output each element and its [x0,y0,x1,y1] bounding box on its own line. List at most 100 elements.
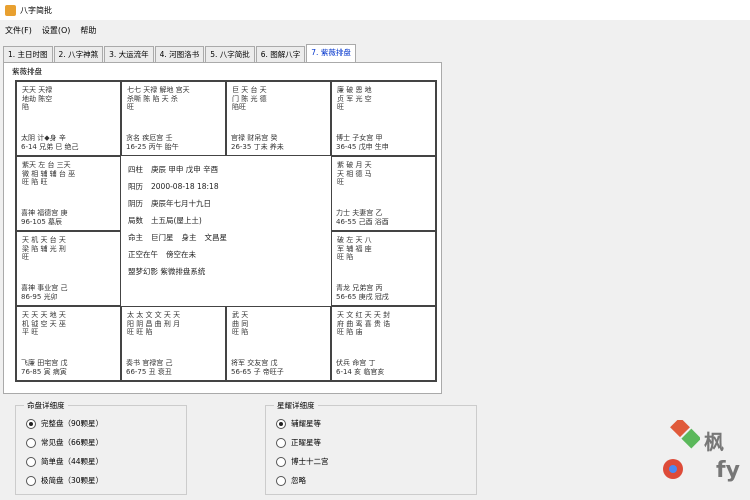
palace-footer-line: 官禄 财帛宫 癸 [231,134,278,142]
palace-cell[interactable]: 天 文 红 天 天 封 府 曲 鸾 喜 贵 诰 旺 陷 庙伏兵 命宫 丁 6-14… [331,306,436,381]
menu-file[interactable]: 文件(F) [0,25,37,36]
radio-label: 极简盘（30颗星） [41,476,104,485]
palace-footer: 伏兵 命宫 丁 6-14 亥 临官亥 [336,359,431,376]
palace-footer-line: 86-95 光卯 [21,292,58,301]
palace-cell[interactable]: 廉 破 恩 地 贞 军 光 空 旺博士 子女宫 甲 36-45 戊申 生申 [331,81,436,156]
panel-label: 紫薇排盘 [10,66,44,77]
palace-footer-line: 96-105 墓辰 [21,217,63,226]
radio-ignore[interactable]: 忽略 [276,471,476,490]
palace-footer-line: 6-14 亥 临官亥 [336,367,385,376]
tab-hetu-luoshu[interactable]: 4. 河图洛书 [154,46,205,62]
palace-footer: 贪名 疾厄宫 壬 16-25 丙午 胎午 [126,134,221,151]
watermark-latin: fy [716,458,740,483]
radio-label: 常见盘（66颗星） [41,438,104,447]
tab-bazi-shensha[interactable]: 2. 八字神煞 [53,46,104,62]
palace-footer-line: 66-75 丑 衰丑 [126,367,172,376]
palace-footer-line: 76-85 寅 病寅 [21,367,67,376]
palace-footer: 喜神 事业宫 己 86-95 光卯 [21,284,116,301]
tab-dayun-liunian[interactable]: 3. 大运流年 [104,46,154,62]
palace-footer-line: 青龙 兄弟宫 丙 [336,284,383,292]
radio-label: 完整盘（90颗星） [41,419,104,428]
chart-detail-label: 命盘详细度 [24,400,68,411]
radio-icon[interactable] [26,437,36,448]
lunar-label: 阴历 [128,199,143,208]
palace-footer-line: 奏书 官禄宫 己 [126,359,173,367]
radio-icon[interactable] [276,456,286,467]
star-detail-group: 星耀详细度 辅耀星等 正曜星等 博士十二宫 忽略 [265,400,477,495]
ming-zhu-label: 命主 [128,233,143,242]
window-title: 八字简批 [20,5,52,15]
radio-minimal-chart[interactable]: 极简盘（30颗星） [26,471,186,490]
palace-stars: 天天 天禄 地劫 陈空 陷 [22,86,53,111]
center-line-solar: 阳历 2000-08-18 18:18 [128,178,326,195]
tab-bazi-jianpi[interactable]: 5. 八字简批 [205,46,255,62]
ming-zhu-value: 巨门星 [151,233,174,242]
radio-icon[interactable] [26,475,36,486]
radio-simple-chart[interactable]: 简单盘（44颗星） [26,452,186,471]
radio-label: 简单盘（44颗星） [41,457,104,466]
radio-icon[interactable] [276,418,286,429]
ju-value: 土五局(屋上土) [151,216,202,225]
chrome-logo-icon [663,459,683,479]
palace-cell[interactable]: 破 左 天 八 军 辅 福 座 旺 陷青龙 兄弟宫 丙 56-65 庚戌 冠戌 [331,231,436,306]
palace-stars: 天 天 天 地 天 机 钺 空 天 巫 平 旺 [22,311,66,336]
radio-icon[interactable] [26,418,36,429]
pillars-label: 四柱 [128,165,143,174]
palace-footer-line: 26-35 丁未 养未 [231,142,284,151]
palace-cell[interactable]: 七七 天禄 解地 宫天 杀嘶 陈 陷 天 杀 旺贪名 疾厄宫 壬 16-25 丙午… [121,81,226,156]
tab-ziwei-paipan[interactable]: 7. 紫薇排盘 [306,44,356,62]
palace-stars: 紫 破 月 天 天 相 德 马 旺 [337,161,372,186]
radio-common-chart[interactable]: 常见盘（66颗星） [26,433,186,452]
center-line-void: 正空在午 傍空在未 [128,246,326,263]
radio-boshi-12[interactable]: 博士十二宫 [276,452,476,471]
system-name: 盟梦幻影 紫微排盘系统 [128,267,206,276]
palace-cell[interactable]: 巨 天 台 天 门 陈 光 德 陷旺 官禄 财帛宫 癸 26-35 丁未 养未 [226,81,331,156]
radio-main-stars[interactable]: 正曜星等 [276,433,476,452]
palace-footer: 青龙 兄弟宫 丙 56-65 庚戌 冠戌 [336,284,431,301]
palace-footer-line: 56-65 子 帝旺子 [231,367,284,376]
solar-value: 2000-08-18 18:18 [151,182,219,191]
palace-footer-line: 56-65 庚戌 冠戌 [336,292,389,301]
center-line-pillars: 四柱 庚辰 甲申 戊申 辛酉 [128,161,326,178]
palace-cell[interactable]: 天 天 天 地 天 机 钺 空 天 巫 平 旺飞廉 田宅宫 戊 76-85 寅 病… [16,306,121,381]
palace-cell[interactable]: 天 机 天 台 天 梁 陷 辅 光 刑 旺喜神 事业宫 己 86-95 光卯 [16,231,121,306]
palace-footer-line: 博士 子女宫 甲 [336,134,383,142]
menu-help[interactable]: 帮助 [75,25,101,36]
palace-footer: 官禄 财帛宫 癸 26-35 丁未 养未 [231,134,326,151]
palace-stars: 武 天 曲 同 旺 陷 [232,311,249,336]
app-icon [5,4,16,16]
palace-cell[interactable]: 太 太 文 文 天 天 阳 阴 昌 曲 刑 月 旺 旺 陷奏书 官禄宫 己 66-… [121,306,226,381]
menu-bar: 文件(F) 设置(O) 帮助 [0,22,101,38]
radio-full-chart[interactable]: 完整盘（90颗星） [26,414,186,433]
palace-stars: 破 左 天 八 军 辅 福 座 旺 陷 [337,236,372,261]
void-side: 傍空在未 [166,250,196,259]
shen-zhu-value: 文昌星 [204,233,228,242]
tab-basic-chart[interactable]: 1. 主日时图 [3,46,53,62]
tab-tujie-bazi[interactable]: 6. 图解八字 [255,46,306,62]
radio-icon[interactable] [26,456,36,467]
palace-stars: 七七 天禄 解地 宫天 杀嘶 陈 陷 天 杀 旺 [127,86,190,111]
palace-footer-line: 贪名 疾厄宫 壬 [126,134,173,142]
lunar-value: 庚辰年七月十九日 [151,199,211,208]
center-line-system: 盟梦幻影 紫微排盘系统 [128,263,326,280]
ziwei-board: 四柱 庚辰 甲申 戊申 辛酉 阳历 2000-08-18 18:18 阴历 庚辰年七月… [15,80,437,382]
palace-stars: 天 机 天 台 天 梁 陷 辅 光 刑 旺 [22,236,66,261]
palace-cell[interactable]: 紫 破 月 天 天 相 德 马 旺力士 夫妻宫 乙 46-55 己酉 浴酉 [331,156,436,231]
radio-aux-stars[interactable]: 辅耀星等 [276,414,476,433]
palace-footer: 博士 子女宫 甲 36-45 戊申 生申 [336,134,431,151]
palace-footer: 力士 夫妻宫 乙 46-55 己酉 浴酉 [336,209,431,226]
tab-strip: 1. 主日时图 2. 八字神煞 3. 大运流年 4. 河图洛书 5. 八字简批 … [3,44,357,62]
menu-settings[interactable]: 设置(O) [37,25,76,36]
shen-zhu-label: 身主 [181,233,197,242]
radio-icon[interactable] [276,475,286,486]
palace-footer-line: 6-14 兄弟 巳 绝己 [21,142,79,151]
palace-cell[interactable]: 武 天 曲 同 旺 陷将军 交友宫 戊 56-65 子 帝旺子 [226,306,331,381]
radio-label: 博士十二宫 [291,457,329,466]
palace-cell[interactable]: 紫天 左 台 三天 微 相 辅 辅 台 巫 旺 陷 旺喜神 福德宫 庚 96-10… [16,156,121,231]
void-main: 正空在午 [128,250,158,259]
palace-stars: 天 文 红 天 天 封 府 曲 鸾 喜 贵 诰 旺 陷 庙 [337,311,391,336]
palace-footer: 喜神 福德宫 庚 96-105 墓辰 [21,209,116,226]
palace-cell[interactable]: 天天 天禄 地劫 陈空 陷太阴 计◆身 辛 6-14 兄弟 巳 绝己 [16,81,121,156]
radio-icon[interactable] [276,437,286,448]
ju-label: 局数 [128,216,143,225]
